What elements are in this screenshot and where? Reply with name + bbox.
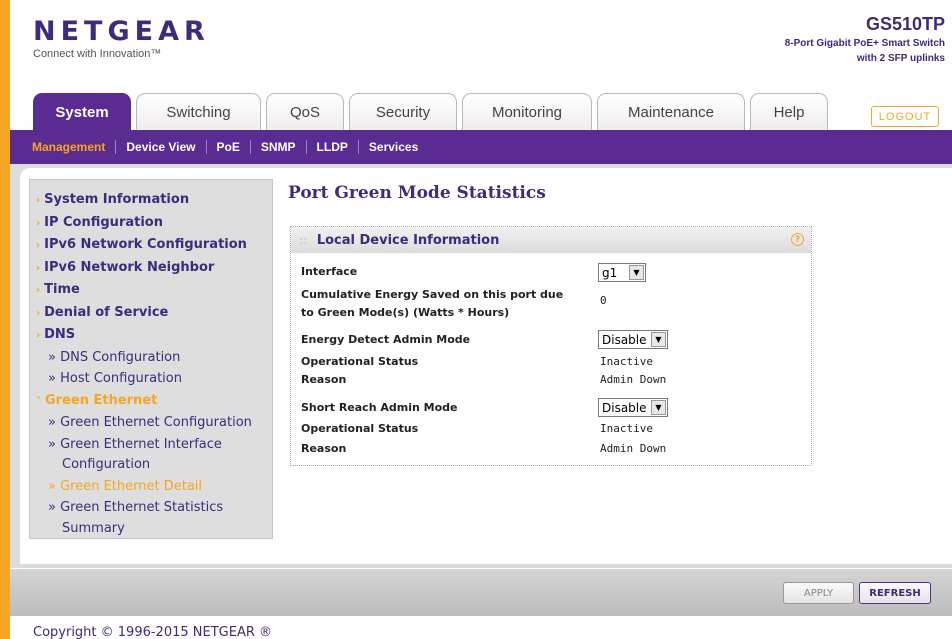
- model-name: GS510TP: [865, 14, 945, 34]
- sidebar-item-green-ethernet-statistics-cont[interactable]: Summary: [30, 518, 272, 540]
- refresh-button[interactable]: REFRESH: [859, 582, 931, 604]
- sidebar-item-label: Green Ethernet: [45, 392, 158, 408]
- energy-detect-label: Energy Detect Admin Mode: [301, 333, 471, 346]
- tab-switching[interactable]: Switching: [136, 93, 261, 130]
- chevron-down-icon: ▼: [651, 332, 666, 347]
- sub-navigation: Management Device View PoE SNMP LLDP Ser…: [10, 130, 952, 164]
- chevron-down-icon: ▼: [651, 400, 666, 415]
- interface-select-value: g1: [602, 265, 618, 280]
- sidebar-item-green-ethernet-detail[interactable]: » Green Ethernet Detail: [30, 476, 272, 498]
- sidebar-item-dns-configuration[interactable]: » DNS Configuration: [30, 347, 272, 369]
- sidebar-item-label: IPv6 Network Neighbor: [44, 259, 215, 275]
- short-reach-label: Short Reach Admin Mode: [301, 401, 458, 414]
- interface-label: Interface: [301, 265, 358, 278]
- sidebar-item-dns[interactable]: › DNS: [30, 324, 272, 347]
- model-desc-line2: with 2 SFP uplinks: [856, 53, 945, 64]
- tab-qos[interactable]: QoS: [266, 93, 344, 130]
- chevron-right-icon: ›: [36, 285, 41, 296]
- sidebar-item-green-ethernet[interactable]: ˅ Green Ethernet: [30, 390, 272, 413]
- model-desc-line1: 8-Port Gigabit PoE+ Smart Switch: [784, 38, 945, 49]
- sidebar: › System Information › IP Configuration › I…: [29, 179, 273, 539]
- short-reach-select-value: Disable: [602, 400, 647, 415]
- panel-header: :: Local Device Information ?: [291, 227, 811, 253]
- sidebar-item-label: DNS: [44, 327, 76, 342]
- chevron-right-icon: ›: [36, 195, 41, 206]
- sidebar-item-denial-of-service[interactable]: › Denial of Service: [30, 302, 272, 325]
- panel-title: Local Device Information: [316, 232, 500, 248]
- sidebar-item-ip-configuration[interactable]: › IP Configuration: [30, 212, 272, 235]
- sidebar-item-ipv6-network-configuration[interactable]: › IPv6 Network Configuration: [30, 234, 272, 257]
- energy-detect-select-value: Disable: [602, 332, 647, 347]
- chevron-right-icon: ›: [36, 330, 41, 341]
- sidebar-item-green-ethernet-statistics[interactable]: » Green Ethernet Statistics: [30, 497, 272, 519]
- energy-detect-select[interactable]: Disable ▼: [598, 330, 668, 349]
- logo-text: NETGEAR: [33, 16, 210, 47]
- cumulative-energy-label-2: to Green Mode(s) (Watts * Hours): [301, 306, 510, 319]
- tab-maintenance[interactable]: Maintenance: [597, 93, 745, 130]
- sidebar-item-host-configuration[interactable]: » Host Configuration: [30, 368, 272, 390]
- sidebar-item-green-ethernet-interface[interactable]: » Green Ethernet Interface: [30, 434, 272, 456]
- operational-status-label-2: Operational Status: [301, 422, 419, 435]
- help-icon[interactable]: ?: [791, 233, 804, 246]
- sidebar-item-label: System Information: [44, 192, 190, 207]
- sidebar-item-system-information[interactable]: › System Information: [30, 189, 272, 212]
- netgear-logo: NETGEAR Connect with Innovation™: [33, 16, 210, 61]
- reason-value-1: Admin Down: [600, 373, 667, 386]
- reason-value-2: Admin Down: [600, 442, 667, 455]
- subnav-management[interactable]: Management: [22, 140, 117, 154]
- sidebar-item-label: IP Configuration: [44, 214, 163, 230]
- sidebar-item-time[interactable]: › Time: [30, 279, 272, 302]
- drag-handle-icon: ::: [299, 233, 308, 247]
- main-tabs: System Switching QoS Security Monitoring…: [33, 93, 833, 130]
- sidebar-item-label: Time: [44, 282, 80, 297]
- chevron-down-icon: ▼: [629, 265, 644, 280]
- sidebar-item-green-ethernet-configuration[interactable]: » Green Ethernet Configuration: [30, 412, 272, 434]
- chevron-right-icon: ›: [36, 307, 41, 319]
- sidebar-item-green-ethernet-interface-cont[interactable]: Configuration: [30, 454, 272, 476]
- chevron-right-icon: ›: [36, 217, 41, 229]
- subnav-lldp[interactable]: LLDP: [307, 140, 359, 154]
- sidebar-item-ipv6-network-neighbor[interactable]: › IPv6 Network Neighbor: [30, 257, 272, 280]
- short-reach-select[interactable]: Disable ▼: [598, 398, 668, 417]
- subnav-device-view[interactable]: Device View: [116, 140, 207, 154]
- chevron-down-icon: ˅: [36, 395, 41, 407]
- subnav-services[interactable]: Services: [359, 140, 428, 154]
- left-accent-stripe: [0, 0, 10, 639]
- interface-select[interactable]: g1 ▼: [598, 263, 646, 282]
- sidebar-item-label: Denial of Service: [44, 304, 169, 320]
- tab-system[interactable]: System: [33, 93, 131, 130]
- logout-button[interactable]: LOGOUT: [871, 106, 939, 127]
- cumulative-energy-label-1: Cumulative Energy Saved on this port due: [301, 288, 564, 301]
- tab-security[interactable]: Security: [349, 93, 457, 130]
- model-info: GS510TP 8-Port Gigabit PoE+ Smart Switch…: [785, 14, 945, 65]
- tab-help[interactable]: Help: [750, 93, 828, 130]
- subnav-poe[interactable]: PoE: [207, 140, 251, 154]
- chevron-right-icon: ›: [36, 240, 41, 251]
- reason-label-1: Reason: [301, 373, 347, 386]
- operational-status-value-1: Inactive: [600, 355, 653, 368]
- cumulative-energy-value: 0: [600, 294, 607, 307]
- sidebar-item-label: IPv6 Network Configuration: [44, 237, 247, 252]
- page-title: Port Green Mode Statistics: [288, 183, 546, 203]
- operational-status-label-1: Operational Status: [301, 355, 419, 368]
- operational-status-value-2: Inactive: [600, 422, 653, 435]
- apply-button[interactable]: APPLY: [783, 582, 854, 604]
- reason-label-2: Reason: [301, 442, 347, 455]
- tab-monitoring[interactable]: Monitoring: [462, 93, 592, 130]
- subnav-snmp[interactable]: SNMP: [251, 140, 307, 154]
- copyright-text: Copyright © 1996-2015 NETGEAR ®: [33, 625, 273, 639]
- logo-tagline: Connect with Innovation™: [33, 48, 162, 60]
- chevron-right-icon: ›: [36, 262, 41, 274]
